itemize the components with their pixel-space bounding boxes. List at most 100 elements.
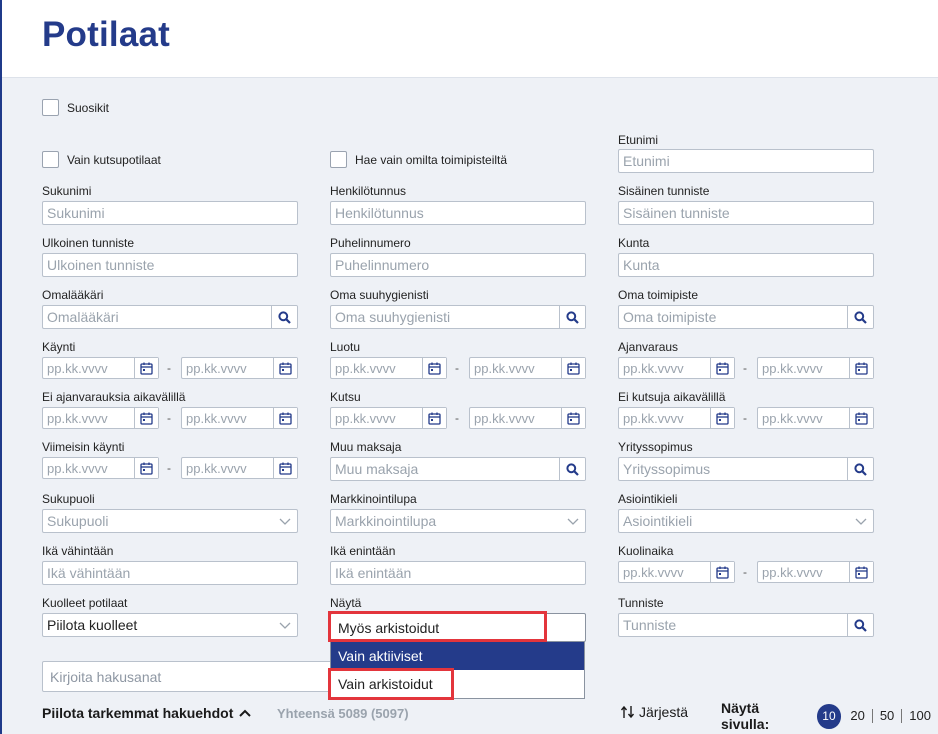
calendar-button[interactable] bbox=[134, 458, 158, 478]
booking-end-date[interactable]: pp.kk.vvvv bbox=[757, 357, 874, 379]
calendar-button[interactable] bbox=[710, 358, 734, 378]
calendar-button[interactable] bbox=[561, 358, 585, 378]
chevron-down-icon bbox=[279, 518, 291, 525]
per-page-option-100[interactable]: 100 bbox=[902, 709, 938, 723]
calendar-button[interactable] bbox=[422, 408, 446, 428]
visit-start-date[interactable]: pp.kk.vvvv bbox=[42, 357, 159, 379]
own-locations-checkbox-row[interactable]: Hae vain omilta toimipisteiltä bbox=[330, 151, 507, 168]
age-max-input[interactable]: Ikä enintään bbox=[330, 561, 586, 585]
municipality-input[interactable]: Kunta bbox=[618, 253, 874, 277]
gender-label: Sukupuoli bbox=[42, 492, 95, 506]
company-contract-search-button[interactable] bbox=[847, 458, 873, 480]
show-option-archived[interactable]: Vain arkistoidut bbox=[331, 670, 584, 698]
calendar-button[interactable] bbox=[710, 408, 734, 428]
identifier-input[interactable]: Tunniste bbox=[618, 613, 874, 637]
calendar-icon bbox=[279, 462, 292, 475]
marketing-select[interactable]: Markkinointilupa bbox=[330, 509, 586, 533]
favorites-label: Suosikit bbox=[67, 100, 110, 115]
calendar-button[interactable] bbox=[273, 458, 297, 478]
date-range-separator: - bbox=[455, 411, 459, 425]
booking-start-date[interactable]: pp.kk.vvvv bbox=[618, 357, 735, 379]
sort-button[interactable]: Järjestä bbox=[620, 704, 688, 720]
show-option-active[interactable]: Vain aktiiviset bbox=[331, 642, 584, 670]
lastname-input[interactable]: Sukunimi bbox=[42, 201, 298, 225]
per-page-option-10[interactable]: 10 bbox=[816, 703, 842, 729]
deceased-select[interactable]: Piilota kuolleet bbox=[42, 613, 298, 637]
identifier-search-button[interactable] bbox=[847, 614, 873, 636]
favorites-checkbox[interactable] bbox=[42, 99, 59, 116]
company-contract-input[interactable]: Yrityssopimus bbox=[618, 457, 874, 481]
age-min-input[interactable]: Ikä vähintään bbox=[42, 561, 298, 585]
no-invites-end-date[interactable]: pp.kk.vvvv bbox=[757, 407, 874, 429]
per-page-option-20[interactable]: 20 bbox=[843, 709, 873, 723]
calendar-button[interactable] bbox=[134, 358, 158, 378]
page-title: Potilaat bbox=[42, 15, 171, 54]
own-doctor-input[interactable]: Omalääkäri bbox=[42, 305, 298, 329]
calendar-button[interactable] bbox=[134, 408, 158, 428]
calendar-button[interactable] bbox=[849, 562, 873, 582]
external-id-label: Ulkoinen tunniste bbox=[42, 236, 135, 250]
chevron-down-icon bbox=[279, 622, 291, 629]
favorites-checkbox-row[interactable]: Suosikit bbox=[42, 99, 109, 116]
only-invited-checkbox[interactable] bbox=[42, 151, 59, 168]
own-locations-checkbox[interactable] bbox=[330, 151, 347, 168]
firstname-input[interactable]: Etunimi bbox=[618, 149, 874, 173]
calendar-icon bbox=[140, 412, 153, 425]
calendar-button[interactable] bbox=[561, 408, 585, 428]
only-invited-checkbox-row[interactable]: Vain kutsupotilaat bbox=[42, 151, 161, 168]
own-hygienist-input[interactable]: Oma suuhygienisti bbox=[330, 305, 586, 329]
date-range-separator: - bbox=[167, 361, 171, 375]
created-start-date[interactable]: pp.kk.vvvv bbox=[330, 357, 447, 379]
created-end-date[interactable]: pp.kk.vvvv bbox=[469, 357, 586, 379]
external-id-input[interactable]: Ulkoinen tunniste bbox=[42, 253, 298, 277]
calendar-button[interactable] bbox=[422, 358, 446, 378]
other-payer-input[interactable]: Muu maksaja bbox=[330, 457, 586, 481]
death-date-end-date[interactable]: pp.kk.vvvv bbox=[757, 561, 874, 583]
visit-end-date[interactable]: pp.kk.vvvv bbox=[181, 357, 298, 379]
date-range-separator: - bbox=[167, 461, 171, 475]
own-location-search-button[interactable] bbox=[847, 306, 873, 328]
result-total: Yhteensä 5089 (5097) bbox=[277, 706, 409, 721]
per-page-selector: Näytä sivulla: 10 20 50 100 bbox=[721, 700, 938, 732]
own-hygienist-label: Oma suuhygienisti bbox=[330, 288, 429, 302]
internal-id-input[interactable]: Sisäinen tunniste bbox=[618, 201, 874, 225]
no-invites-start-date[interactable]: pp.kk.vvvv bbox=[618, 407, 735, 429]
calendar-icon bbox=[716, 566, 729, 579]
last-visit-end-date[interactable]: pp.kk.vvvv bbox=[181, 457, 298, 479]
sort-label: Järjestä bbox=[639, 704, 689, 720]
hide-filters-toggle[interactable]: Piilota tarkemmat hakuehdot bbox=[42, 705, 252, 721]
own-location-input[interactable]: Oma toimipiste bbox=[618, 305, 874, 329]
invite-end-date[interactable]: pp.kk.vvvv bbox=[469, 407, 586, 429]
visit-label: Käynti bbox=[42, 340, 76, 354]
invite-label: Kutsu bbox=[330, 390, 361, 404]
per-page-option-50[interactable]: 50 bbox=[873, 709, 903, 723]
invite-start-date[interactable]: pp.kk.vvvv bbox=[330, 407, 447, 429]
death-date-start-date[interactable]: pp.kk.vvvv bbox=[618, 561, 735, 583]
language-label: Asiointikieli bbox=[618, 492, 678, 506]
calendar-button[interactable] bbox=[710, 562, 734, 582]
language-select[interactable]: Asiointikieli bbox=[618, 509, 874, 533]
show-select[interactable]: Myös arkistoidut bbox=[330, 613, 586, 642]
phone-input[interactable]: Puhelinnumero bbox=[330, 253, 586, 277]
chevron-down-icon bbox=[855, 518, 867, 525]
ssn-input[interactable]: Henkilötunnus bbox=[330, 201, 586, 225]
no-bookings-end-date[interactable]: pp.kk.vvvv bbox=[181, 407, 298, 429]
no-bookings-start-date[interactable]: pp.kk.vvvv bbox=[42, 407, 159, 429]
other-payer-search-button[interactable] bbox=[559, 458, 585, 480]
own-hygienist-search-button[interactable] bbox=[559, 306, 585, 328]
search-input[interactable]: Kirjoita hakusanat bbox=[42, 661, 332, 692]
calendar-button[interactable] bbox=[849, 408, 873, 428]
search-icon bbox=[854, 462, 867, 476]
calendar-icon bbox=[428, 412, 441, 425]
calendar-button[interactable] bbox=[273, 358, 297, 378]
calendar-icon bbox=[140, 462, 153, 475]
gender-select[interactable]: Sukupuoli bbox=[42, 509, 298, 533]
show-dropdown-list: Vain aktiiviset Vain arkistoidut bbox=[330, 641, 585, 699]
calendar-button[interactable] bbox=[849, 358, 873, 378]
last-visit-start-date[interactable]: pp.kk.vvvv bbox=[42, 457, 159, 479]
firstname-label: Etunimi bbox=[618, 133, 659, 147]
own-doctor-search-button[interactable] bbox=[271, 306, 297, 328]
calendar-icon bbox=[567, 362, 580, 375]
calendar-button[interactable] bbox=[273, 408, 297, 428]
search-icon bbox=[854, 310, 867, 324]
